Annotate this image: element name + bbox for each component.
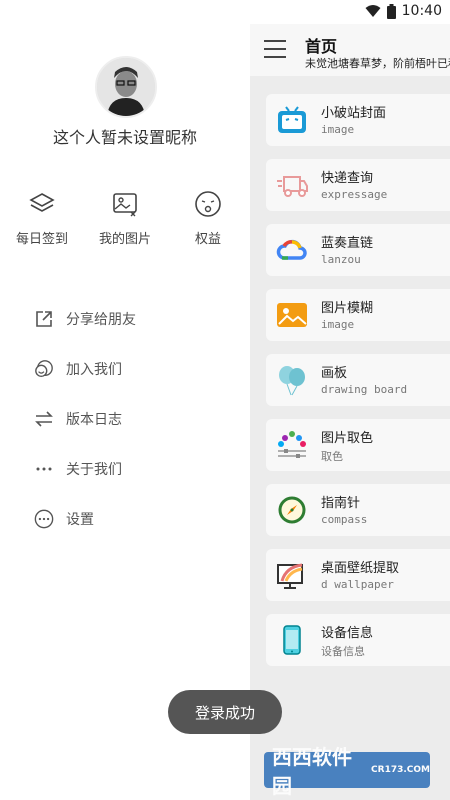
balloons-icon bbox=[276, 364, 308, 396]
card-title: 图片模糊 bbox=[321, 301, 374, 316]
picture-icon bbox=[276, 299, 308, 331]
card-subtitle: compass bbox=[321, 513, 368, 526]
menu-item-label: 关于我们 bbox=[66, 462, 122, 478]
tool-card-lanzou[interactable]: 蓝奏直链 lanzou bbox=[266, 224, 450, 276]
tool-card-drawing-board[interactable]: 画板 drawing board bbox=[266, 354, 450, 406]
menu-item-label: 版本日志 bbox=[66, 412, 122, 428]
page-subtitle: 未觉池塘春草梦，阶前梧叶已秋 bbox=[305, 57, 450, 70]
toast-message: 登录成功 bbox=[168, 690, 282, 734]
card-title: 画板 bbox=[321, 366, 348, 381]
menu-item-label: 设置 bbox=[66, 512, 94, 528]
watermark-text: 西西软件园 bbox=[272, 745, 352, 798]
layers-icon bbox=[28, 190, 56, 218]
bilibili-tv-icon bbox=[276, 104, 308, 136]
page-title: 首页 bbox=[305, 37, 338, 56]
swap-icon bbox=[34, 409, 54, 429]
group-icon bbox=[34, 359, 54, 379]
my-pictures-button[interactable]: 我的图片 bbox=[85, 190, 165, 247]
navigation-drawer: 这个人暂未设置昵称 每日签到 我的图片 权益 分享给朋友 加入我们 版本日志 关… bbox=[0, 24, 250, 800]
menu-item-share[interactable]: 分享给朋友 bbox=[34, 304, 136, 334]
monitor-icon bbox=[276, 559, 308, 591]
tool-card-express[interactable]: 快递查询 expressage bbox=[266, 159, 450, 211]
hamburger-menu-icon[interactable] bbox=[264, 40, 286, 58]
daily-checkin-button[interactable]: 每日签到 bbox=[2, 190, 82, 247]
tool-card-wallpaper[interactable]: 桌面壁纸提取 d wallpaper bbox=[266, 549, 450, 601]
compass-icon bbox=[276, 494, 308, 526]
quick-action-label: 我的图片 bbox=[98, 232, 151, 247]
menu-item-join-us[interactable]: 加入我们 bbox=[34, 354, 122, 384]
menu-item-settings[interactable]: 设置 bbox=[34, 504, 94, 534]
card-subtitle: 设备信息 bbox=[321, 645, 365, 658]
card-subtitle: 取色 bbox=[321, 450, 343, 463]
watermark-sub: CR173.COM bbox=[371, 765, 430, 775]
tool-card-image-blur[interactable]: 图片模糊 image bbox=[266, 289, 450, 341]
tool-card-bilibili-cover[interactable]: 小破站封面 image bbox=[266, 94, 450, 146]
share-icon bbox=[34, 309, 54, 329]
watermark-logo: 西西软件园 CR173.COM bbox=[264, 745, 430, 798]
card-title: 蓝奏直链 bbox=[321, 236, 374, 251]
benefits-button[interactable]: 权益 bbox=[168, 190, 248, 247]
user-nickname[interactable]: 这个人暂未设置昵称 bbox=[0, 124, 250, 148]
face-icon bbox=[194, 190, 222, 218]
card-title: 指南针 bbox=[321, 496, 361, 511]
card-subtitle: image bbox=[321, 123, 355, 136]
card-title: 桌面壁纸提取 bbox=[321, 561, 400, 576]
truck-icon bbox=[276, 169, 308, 201]
card-subtitle: drawing board bbox=[321, 383, 408, 396]
phone-icon bbox=[276, 624, 308, 656]
card-title: 设备信息 bbox=[321, 626, 374, 641]
card-title: 图片取色 bbox=[321, 431, 374, 446]
card-subtitle: d wallpaper bbox=[321, 578, 394, 591]
card-subtitle: lanzou bbox=[321, 253, 361, 266]
menu-item-label: 分享给朋友 bbox=[66, 312, 136, 328]
app-header: 首页 未觉池塘春草梦，阶前梧叶已秋 bbox=[250, 24, 450, 76]
wifi-icon bbox=[365, 5, 381, 17]
card-title: 小破站封面 bbox=[321, 106, 387, 121]
quick-action-label: 权益 bbox=[194, 232, 221, 247]
settings-icon bbox=[34, 509, 54, 529]
tool-card-color-picker[interactable]: 图片取色 取色 bbox=[266, 419, 450, 471]
image-icon bbox=[111, 190, 139, 218]
cloud-icon bbox=[276, 234, 308, 266]
palette-icon bbox=[276, 429, 308, 461]
status-time: 10:40 bbox=[401, 3, 442, 19]
card-subtitle: expressage bbox=[321, 188, 388, 201]
dots-icon bbox=[34, 459, 54, 479]
card-subtitle: image bbox=[321, 318, 355, 331]
main-page: 首页 未觉池塘春草梦，阶前梧叶已秋 小破站封面 image 快递查询 expre… bbox=[250, 24, 450, 800]
battery-icon bbox=[386, 3, 396, 19]
quick-action-label: 每日签到 bbox=[15, 232, 68, 247]
menu-item-about[interactable]: 关于我们 bbox=[34, 454, 122, 484]
menu-item-changelog[interactable]: 版本日志 bbox=[34, 404, 122, 434]
tool-card-device-info[interactable]: 设备信息 设备信息 bbox=[266, 614, 450, 666]
menu-item-label: 加入我们 bbox=[66, 362, 122, 378]
card-title: 快递查询 bbox=[321, 171, 374, 186]
avatar[interactable] bbox=[95, 56, 157, 118]
status-bar: 10:40 bbox=[0, 0, 450, 24]
tool-card-compass[interactable]: 指南针 compass bbox=[266, 484, 450, 536]
